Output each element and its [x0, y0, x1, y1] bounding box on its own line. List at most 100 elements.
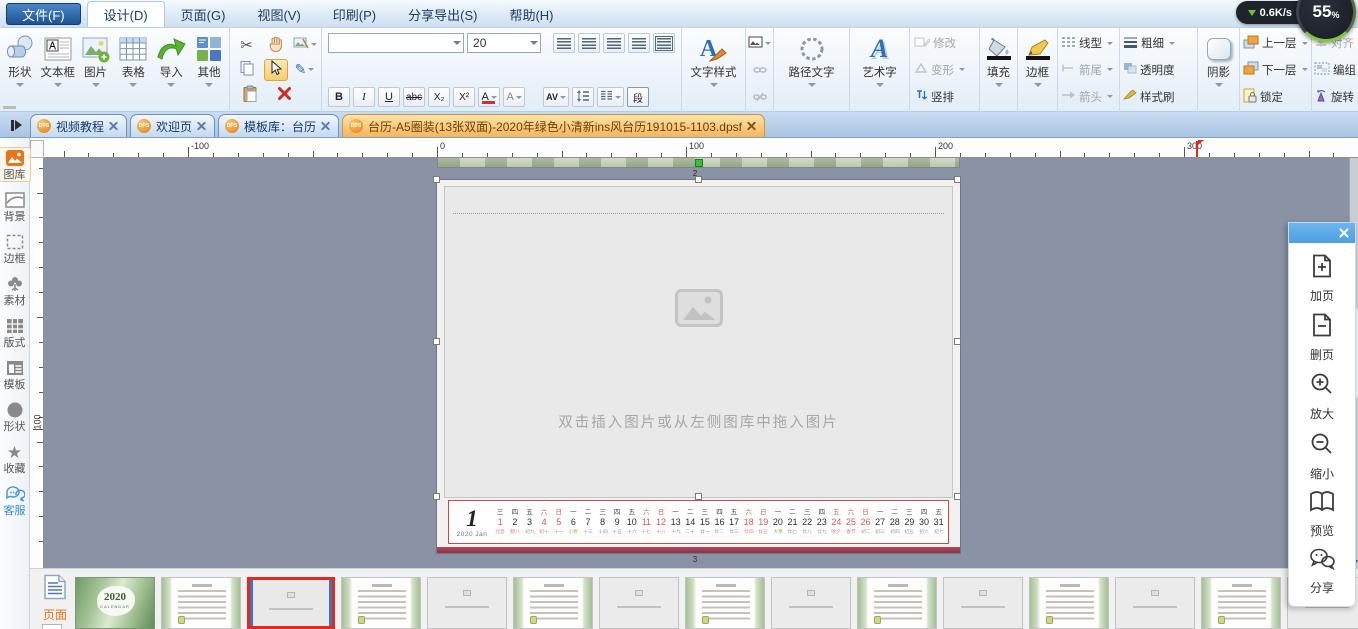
tab-close-icon[interactable]	[321, 122, 330, 131]
align-right-button[interactable]	[603, 33, 625, 53]
thumbnail-placeholder-page[interactable]	[1115, 577, 1195, 629]
page[interactable]: 双击插入图片或从左侧图库中拖入图片 1 2020 Jan 三 1 元旦四 2 腊八五 3 初…	[433, 176, 961, 553]
transform-button[interactable]: 变形	[914, 59, 978, 81]
draw-pen-button[interactable]: ✎	[293, 59, 317, 81]
arrow-head-button[interactable]: 箭头	[1061, 86, 1118, 108]
sidebar-item-service[interactable]: 客服	[0, 484, 30, 517]
tab-close-icon[interactable]	[197, 122, 206, 131]
align-justify-button[interactable]	[628, 33, 650, 53]
unlink-button[interactable]	[748, 88, 772, 106]
arrow-tail-button[interactable]: 箭尾	[1061, 59, 1118, 81]
textbox-tool-button[interactable]: 文本框	[39, 30, 77, 110]
shape-tool-button[interactable]: 形状	[1, 30, 39, 110]
sidebar-item-gallery[interactable]: 图库	[0, 147, 31, 182]
line-type-button[interactable]: 线型	[1061, 32, 1118, 54]
thumbnail-calendar-page[interactable]	[1201, 577, 1281, 629]
letter-spacing-button[interactable]: AV	[543, 87, 569, 107]
panel-item-zoom-in[interactable]: 放大	[1309, 371, 1335, 422]
menu-item-6[interactable]: 帮助(H)	[493, 1, 569, 27]
sidebar-item-material[interactable]: 素材	[0, 274, 30, 307]
thumbnail-calendar-page[interactable]	[857, 577, 937, 629]
more-tools-button[interactable]: 其他	[190, 30, 228, 110]
thumbnail-placeholder-page[interactable]	[599, 577, 679, 629]
panel-item-page-plus[interactable]: 加页	[1309, 253, 1335, 304]
progress-circle-badge[interactable]: 55 %	[1296, 0, 1356, 42]
document-tab-1[interactable]: DPS 欢迎页	[130, 114, 216, 137]
align-center-button[interactable]	[578, 33, 600, 53]
selection-handle[interactable]	[954, 176, 961, 183]
thumbnail-placeholder-page[interactable]	[771, 577, 851, 629]
import-tool-button[interactable]: 导入	[152, 30, 190, 110]
superscript-button[interactable]: X²	[453, 87, 476, 107]
sidebar-item-favorite[interactable]: ★ 收藏	[0, 442, 30, 476]
thumbnail-cover[interactable]: 2020 CALENDAR	[75, 577, 155, 629]
thumbnail-calendar-page[interactable]	[161, 577, 241, 629]
page-divider-handle[interactable]	[694, 159, 703, 167]
path-text-button[interactable]: 路径文字	[775, 30, 848, 110]
bold-button[interactable]: B	[328, 87, 350, 107]
tab-close-icon[interactable]	[109, 122, 118, 131]
link-button[interactable]	[748, 61, 772, 79]
selection-handle[interactable]	[954, 493, 961, 500]
modify-button[interactable]: 修改	[914, 32, 978, 54]
selection-handle[interactable]	[695, 493, 702, 500]
text-style-button[interactable]: A 文字样式	[683, 30, 744, 110]
document-tab-0[interactable]: DPS 视频教程	[30, 114, 128, 137]
collapse-panel-icon[interactable]	[6, 115, 26, 135]
selection-handle[interactable]	[695, 176, 702, 183]
pages-button[interactable]: 页面	[36, 574, 74, 623]
line-spacing-button[interactable]	[571, 87, 594, 107]
selection-handle[interactable]	[433, 176, 440, 183]
font-size-select[interactable]: 20	[467, 33, 542, 53]
rotate-button[interactable]: 旋转	[1314, 86, 1357, 108]
thumbnail-calendar-page[interactable]	[513, 577, 593, 629]
close-icon[interactable]	[1339, 228, 1349, 238]
menu-item-3[interactable]: 视图(V)	[241, 1, 316, 27]
paste-button[interactable]	[238, 84, 262, 106]
style-brush-button[interactable]: 样式刷	[1122, 86, 1196, 108]
thickness-button[interactable]: 粗细	[1123, 32, 1196, 54]
align-left-button[interactable]	[553, 33, 575, 53]
select-cursor-button[interactable]	[263, 58, 288, 81]
menu-item-4[interactable]: 印刷(P)	[317, 1, 392, 27]
thumbnail-placeholder-page[interactable]	[943, 577, 1023, 629]
menu-item-2[interactable]: 页面(G)	[165, 1, 242, 27]
cut-button[interactable]: ✂	[235, 34, 259, 56]
tab-close-icon[interactable]	[747, 122, 756, 131]
thumbnail-calendar-page[interactable]	[685, 577, 765, 629]
panel-item-page-minus[interactable]: 删页	[1309, 312, 1335, 363]
sidebar-item-frame[interactable]: 边框	[0, 232, 30, 265]
sidebar-item-template[interactable]: 模板	[0, 358, 30, 391]
sidebar-item-shape[interactable]: 形状	[0, 400, 30, 433]
selection-handle[interactable]	[433, 338, 440, 345]
font-family-select[interactable]	[328, 33, 465, 53]
thumbnail-calendar-page[interactable]	[1029, 577, 1109, 629]
subscript-button[interactable]: X₂	[428, 87, 451, 107]
image-tool-button[interactable]: 图片	[77, 30, 115, 110]
menu-item-1[interactable]: 设计(D)	[86, 1, 165, 27]
panel-item-wechat[interactable]: 分享	[1308, 547, 1336, 596]
previous-page-edge[interactable]	[437, 158, 960, 168]
menu-item-0[interactable]: 文件(F)	[6, 3, 81, 25]
border-button[interactable]: 边框	[1019, 30, 1056, 110]
image-placeholder-frame[interactable]: 双击插入图片或从左侧图库中拖入图片	[444, 186, 953, 498]
panel-item-book[interactable]: 预览	[1309, 490, 1335, 539]
selection-handle[interactable]	[954, 338, 961, 345]
columns-button[interactable]	[596, 87, 624, 107]
underline-button[interactable]: U	[378, 87, 400, 107]
lock-button[interactable]: 锁定	[1243, 86, 1310, 108]
image-adjust-button[interactable]	[293, 34, 317, 56]
image-frame-button[interactable]	[748, 34, 772, 52]
align-distribute-button[interactable]	[653, 33, 675, 53]
char-background-button[interactable]: A	[3, 87, 526, 109]
selection-handle[interactable]	[433, 493, 440, 500]
calendar-strip[interactable]: 1 2020 Jan 三 1 元旦四 2 腊八五 3 初九六 4 初十日 5 十一一 6 小寒二 7 十三三…	[448, 500, 949, 544]
copy-button[interactable]	[235, 59, 259, 81]
document-tab-2[interactable]: DPS 模板库：台历	[218, 114, 340, 137]
fill-button[interactable]: 填充	[981, 30, 1016, 110]
transparency-button[interactable]: 透明度	[1123, 59, 1196, 81]
font-color-button[interactable]: A	[478, 87, 501, 107]
strikethrough-button[interactable]: abc	[403, 87, 426, 107]
document-tab-3[interactable]: DPS 台历-A5圈装(13张双面)-2020年绿色小清新ins风台历191015…	[342, 114, 765, 137]
thumbnail-placeholder-page[interactable]	[427, 577, 507, 629]
